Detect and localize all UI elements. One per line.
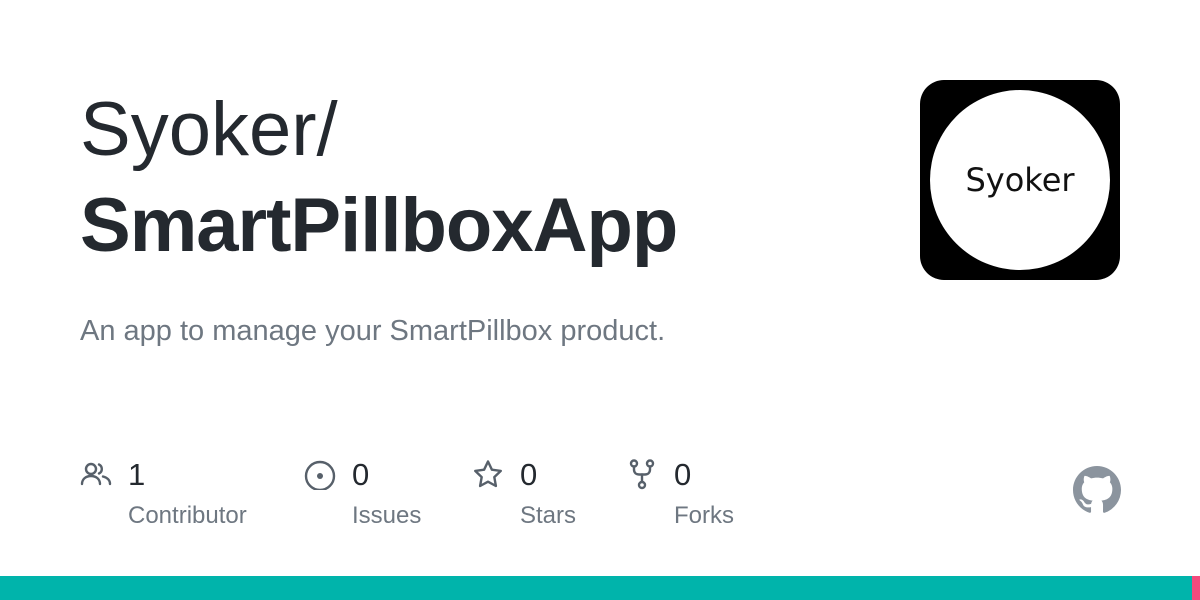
forks-label: Forks <box>674 502 734 529</box>
repo-name: SmartPillboxApp <box>80 183 678 268</box>
repo-forked-icon <box>626 458 658 490</box>
avatar-text: Syoker <box>965 161 1075 199</box>
contributors-count: 1 <box>128 457 146 492</box>
issues-count: 0 <box>352 457 370 492</box>
github-mark-icon[interactable] <box>1073 466 1121 514</box>
stars-count: 0 <box>520 457 538 492</box>
stars-label: Stars <box>520 502 577 529</box>
issues-label: Issues <box>352 502 422 529</box>
repo-description: An app to manage your SmartPillbox produ… <box>80 315 666 347</box>
issue-opened-icon <box>304 458 336 490</box>
avatar-circle: Syoker <box>930 90 1110 270</box>
contributors-label: Contributor <box>128 502 247 529</box>
star-icon <box>472 458 504 490</box>
repo-owner: Syoker/ <box>80 87 338 172</box>
forks-count: 0 <box>674 457 692 492</box>
language-bar <box>0 576 1200 600</box>
language-segment-primary <box>0 576 1192 600</box>
owner-avatar: Syoker <box>920 80 1120 280</box>
people-icon <box>80 458 112 490</box>
language-segment-secondary <box>1191 576 1200 600</box>
